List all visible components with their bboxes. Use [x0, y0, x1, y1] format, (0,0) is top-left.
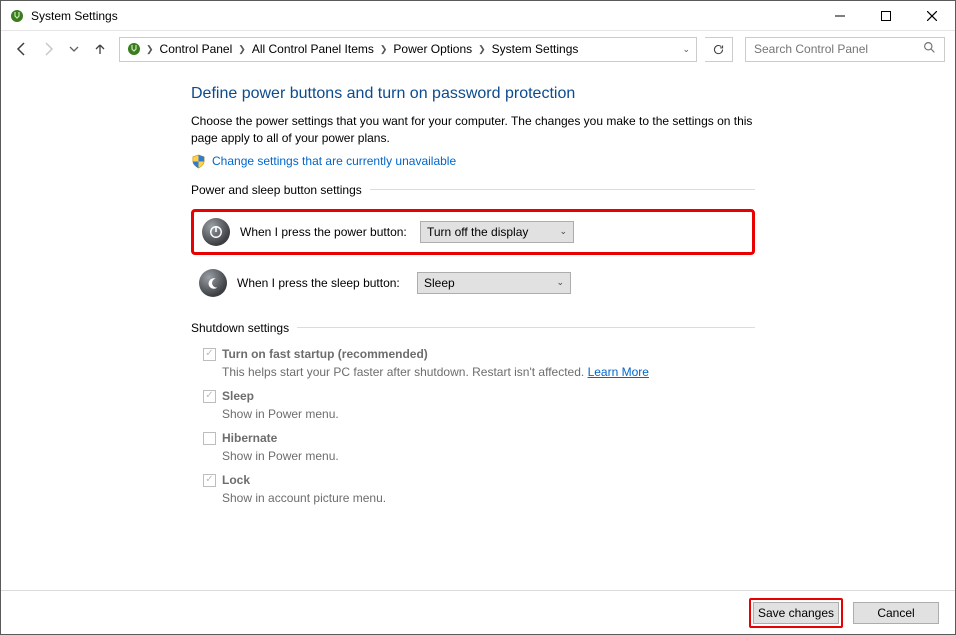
power-options-icon: [9, 8, 25, 24]
address-bar[interactable]: ❯ Control Panel ❯ All Control Panel Item…: [119, 37, 697, 62]
change-unavailable-settings-link[interactable]: Change settings that are currently unava…: [212, 154, 456, 168]
save-button-highlight: Save changes: [749, 598, 843, 628]
section-label: Power and sleep button settings: [191, 183, 362, 197]
lock-option: Lock: [203, 473, 755, 487]
power-options-icon: [126, 41, 142, 57]
chevron-right-icon[interactable]: ❯: [478, 44, 486, 55]
chevron-right-icon[interactable]: ❯: [146, 44, 154, 55]
sleep-label: Sleep: [222, 389, 254, 403]
titlebar: System Settings: [1, 1, 955, 31]
lock-label: Lock: [222, 473, 250, 487]
hibernate-label: Hibernate: [222, 431, 277, 445]
main-content: Define power buttons and turn on passwor…: [1, 67, 955, 590]
sleep-checkbox[interactable]: [203, 390, 216, 403]
fast-startup-label: Turn on fast startup (recommended): [222, 347, 428, 361]
forward-button[interactable]: [37, 38, 59, 60]
sleep-button-action-select[interactable]: Sleep ⌄: [417, 272, 571, 294]
footer: Save changes Cancel: [1, 590, 955, 634]
sleep-button-label: When I press the sleep button:: [237, 276, 407, 290]
breadcrumb-control-panel[interactable]: Control Panel: [158, 42, 235, 56]
section-label: Shutdown settings: [191, 321, 289, 335]
sleep-description: Show in Power menu.: [222, 407, 755, 421]
power-button-icon: [202, 218, 230, 246]
uac-shield-icon: [191, 154, 206, 169]
breadcrumb-power-options[interactable]: Power Options: [391, 42, 474, 56]
search-icon: [923, 41, 936, 57]
sleep-button-row: When I press the sleep button: Sleep ⌄: [191, 263, 755, 303]
fast-startup-option: Turn on fast startup (recommended): [203, 347, 755, 361]
change-settings-link-row: Change settings that are currently unava…: [191, 154, 755, 169]
hibernate-description: Show in Power menu.: [222, 449, 755, 463]
page-heading: Define power buttons and turn on passwor…: [191, 85, 755, 103]
section-power-sleep-buttons: Power and sleep button settings: [191, 183, 755, 197]
chevron-right-icon[interactable]: ❯: [380, 44, 388, 55]
chevron-down-icon: ⌄: [556, 277, 564, 288]
section-shutdown-settings: Shutdown settings: [191, 321, 755, 335]
address-dropdown-icon[interactable]: ⌄: [682, 44, 690, 55]
sleep-button-icon: [199, 269, 227, 297]
cancel-button[interactable]: Cancel: [853, 602, 939, 624]
breadcrumb-all-items[interactable]: All Control Panel Items: [250, 42, 376, 56]
shutdown-settings-list: Turn on fast startup (recommended) This …: [191, 347, 755, 505]
page-intro: Choose the power settings that you want …: [191, 113, 755, 148]
chevron-down-icon: ⌄: [559, 226, 567, 237]
up-button[interactable]: [89, 38, 111, 60]
navigation-row: ❯ Control Panel ❯ All Control Panel Item…: [1, 31, 955, 67]
divider: [370, 189, 755, 190]
lock-description: Show in account picture menu.: [222, 491, 755, 505]
hibernate-option: Hibernate: [203, 431, 755, 445]
window-controls: [817, 1, 955, 30]
save-changes-button[interactable]: Save changes: [753, 602, 839, 624]
sleep-option: Sleep: [203, 389, 755, 403]
power-button-action-select[interactable]: Turn off the display ⌄: [420, 221, 574, 243]
back-button[interactable]: [11, 38, 33, 60]
breadcrumb-system-settings[interactable]: System Settings: [490, 42, 581, 56]
minimize-button[interactable]: [817, 1, 863, 30]
recent-locations-dropdown[interactable]: [63, 38, 85, 60]
power-button-label: When I press the power button:: [240, 225, 410, 239]
refresh-button[interactable]: [705, 37, 733, 62]
search-input[interactable]: [754, 42, 914, 56]
power-button-row: When I press the power button: Turn off …: [191, 209, 755, 255]
fast-startup-description: This helps start your PC faster after sh…: [222, 365, 755, 379]
select-value: Turn off the display: [427, 225, 528, 239]
hibernate-checkbox[interactable]: [203, 432, 216, 445]
chevron-right-icon[interactable]: ❯: [238, 44, 246, 55]
fast-startup-checkbox[interactable]: [203, 348, 216, 361]
close-button[interactable]: [909, 1, 955, 30]
search-box[interactable]: [745, 37, 945, 62]
select-value: Sleep: [424, 276, 455, 290]
learn-more-link[interactable]: Learn More: [588, 365, 649, 379]
maximize-button[interactable]: [863, 1, 909, 30]
divider: [297, 327, 755, 328]
window-title: System Settings: [31, 9, 118, 23]
lock-checkbox[interactable]: [203, 474, 216, 487]
